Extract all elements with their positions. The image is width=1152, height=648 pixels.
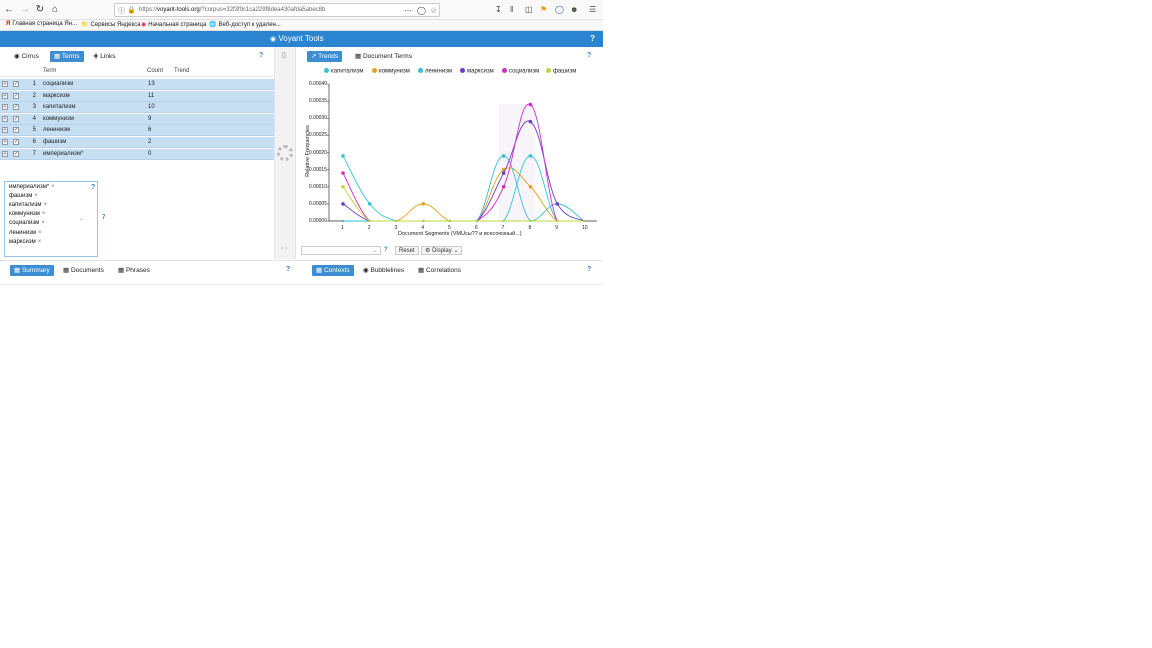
chevron-down-icon: ⌄ — [453, 248, 459, 254]
data-point[interactable] — [528, 102, 533, 107]
x-tick-label: 3 — [394, 225, 398, 231]
data-point[interactable] — [421, 202, 426, 206]
data-point[interactable] — [341, 219, 345, 223]
data-point[interactable] — [475, 219, 478, 223]
grid-icon: ▦ — [418, 267, 425, 274]
chevron-down-icon: ⌄ — [371, 248, 377, 254]
grid-icon: ▦ — [63, 267, 70, 274]
x-tick-label: 10 — [582, 225, 588, 231]
x-tick-label: 2 — [367, 225, 371, 231]
data-point[interactable] — [449, 219, 452, 223]
bottom-right-tabbar: ▦ Contexts ◉ Bubblelines ▦ Correlations … — [303, 264, 603, 278]
data-point[interactable] — [395, 219, 398, 223]
bottom-left-tabbar: ▦ Summary ▦ Documents ▦ Phrases ? — [0, 264, 296, 278]
y-tick-label: 0.00035 — [308, 98, 327, 105]
grid-icon: ▦ — [118, 267, 125, 274]
tab-phrases[interactable]: ▦ Phrases — [114, 265, 154, 276]
reset-button[interactable]: Reset — [395, 246, 419, 255]
data-point[interactable] — [341, 184, 345, 189]
y-tick-label: 0.00005 — [308, 200, 327, 207]
x-axis-label: Document Segments (VMUсы?? и всесоюзный.… — [398, 231, 522, 237]
term-select[interactable]: ⌄ — [301, 246, 381, 255]
data-point[interactable] — [502, 219, 505, 223]
bottom-left-help-icon[interactable]: ? — [286, 266, 290, 273]
select-help-icon[interactable]: ? — [384, 247, 388, 253]
gear-icon: ⚙ — [425, 248, 431, 254]
data-point[interactable] — [501, 154, 506, 158]
data-point[interactable] — [367, 202, 372, 206]
y-axis-label: Relative Frequencies — [305, 125, 311, 177]
tab-correlations[interactable]: ▦ Correlations — [414, 265, 465, 276]
series-line-3[interactable] — [342, 120, 585, 222]
data-point[interactable] — [341, 171, 345, 175]
data-point[interactable] — [528, 184, 533, 189]
bottom-right-help-icon[interactable]: ? — [587, 266, 591, 273]
y-tick-label: 0.00040 — [308, 81, 327, 87]
grid-icon: ▦ — [14, 267, 21, 274]
data-point[interactable] — [341, 202, 345, 206]
divider — [0, 260, 603, 261]
tab-contexts[interactable]: ▦ Contexts — [312, 265, 354, 276]
data-point[interactable] — [422, 219, 425, 223]
y-tick-label: 0.00010 — [308, 183, 327, 190]
x-tick-label: 1 — [341, 225, 344, 231]
x-tick-label: 8 — [528, 225, 532, 231]
data-point[interactable] — [556, 219, 559, 223]
grid-icon: ▦ — [316, 267, 323, 274]
tab-bubblelines[interactable]: ◉ Bubblelines — [359, 265, 408, 276]
data-point[interactable] — [582, 219, 586, 223]
y-tick-label: 0.00000 — [308, 218, 327, 224]
data-point[interactable] — [501, 184, 506, 189]
browser-window: ← → ↻ ⌂ ⓘ 🔒 https://voyant-tools.org/?co… — [0, 0, 603, 290]
data-point[interactable] — [368, 219, 371, 223]
data-point[interactable] — [529, 219, 532, 223]
tab-documents[interactable]: ▦ Documents — [59, 265, 108, 276]
tab-summary[interactable]: ▦ Summary — [10, 265, 54, 276]
series-line-4[interactable] — [342, 103, 584, 222]
data-point[interactable] — [555, 202, 560, 206]
eye-icon: ◉ — [363, 267, 369, 274]
series-line-5[interactable] — [342, 186, 584, 222]
display-button[interactable]: ⚙ Display ⌄ — [421, 246, 463, 255]
chart-axes — [328, 84, 597, 222]
divider — [0, 284, 603, 285]
data-point[interactable] — [528, 154, 533, 158]
data-point[interactable] — [341, 154, 345, 158]
data-point[interactable] — [501, 171, 506, 175]
x-tick-label: 9 — [555, 225, 558, 231]
data-point[interactable] — [528, 119, 533, 124]
